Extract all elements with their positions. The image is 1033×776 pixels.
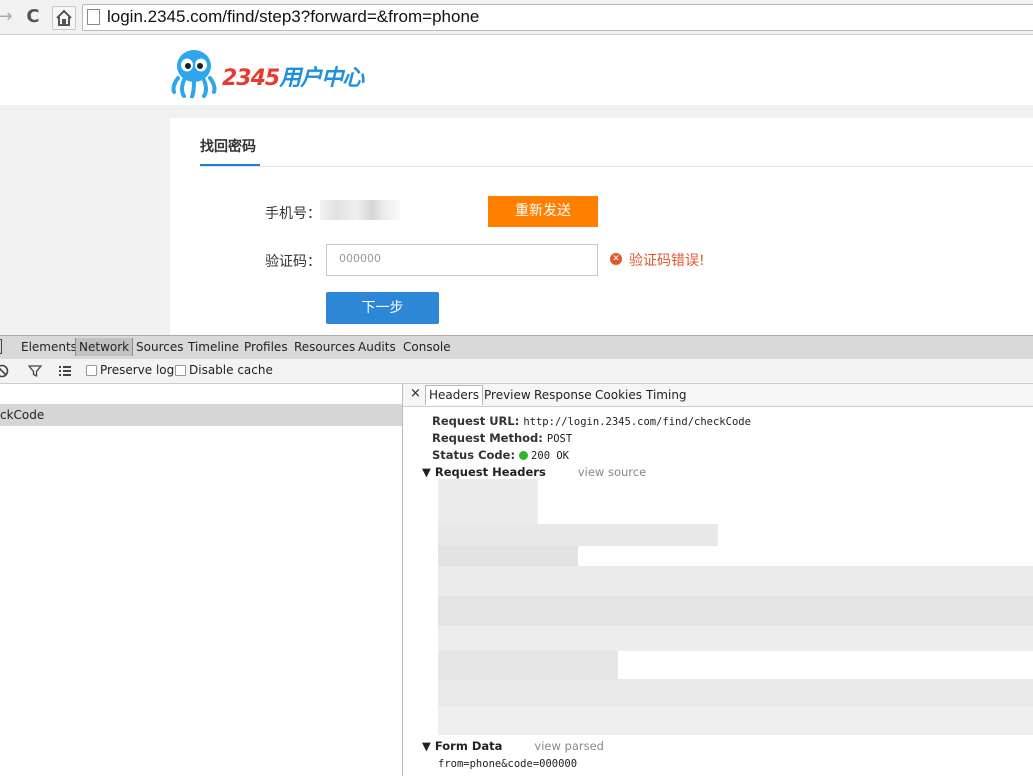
- resend-code-button[interactable]: 重新发送: [488, 196, 598, 227]
- request-method-row: Request Method: POST: [432, 431, 572, 445]
- form-data-section[interactable]: ▼ Form Data view parsed: [422, 739, 604, 753]
- view-source-link[interactable]: view source: [578, 465, 646, 479]
- filter-icon[interactable]: [27, 364, 43, 381]
- list-view-icon[interactable]: [58, 364, 72, 381]
- status-ok-dot-icon: [519, 451, 529, 460]
- status-code-value: 200 OK: [531, 450, 569, 462]
- devtools-tab-elements[interactable]: Elements: [21, 340, 77, 354]
- clear-icon[interactable]: [0, 364, 9, 381]
- detail-tab-cookies[interactable]: Cookies: [595, 388, 642, 402]
- page-icon: [87, 9, 100, 25]
- form-data-value: from=phone&code=000000: [438, 758, 578, 770]
- devtools-tab-audits[interactable]: Audits: [358, 340, 396, 354]
- request-list: ckCode: [0, 384, 403, 776]
- status-code-row: Status Code: 200 OK: [432, 448, 569, 462]
- request-url-row: Request URL: http://login.2345.com/find/c…: [432, 414, 751, 428]
- request-headers-section[interactable]: ▼ Request Headers view source: [422, 465, 646, 479]
- request-detail-panel: × Headers Preview Response Cookies Timin…: [403, 384, 1033, 776]
- request-headers-redacted: [438, 479, 1033, 739]
- close-icon[interactable]: ×: [410, 386, 421, 401]
- phone-number-redacted: [320, 200, 400, 220]
- browser-toolbar: → C login.2345.com/find/step3?forward=&f…: [0, 0, 1033, 35]
- request-url-value: http://login.2345.com/find/checkCode: [523, 416, 751, 428]
- logo-brand-text: 2345用户中心: [222, 60, 364, 92]
- triangle-down-icon: ▼: [422, 739, 431, 753]
- devtools-tab-network[interactable]: Network: [75, 338, 134, 356]
- request-method-key: Request Method:: [432, 431, 543, 445]
- devtools-tab-console[interactable]: Console: [403, 340, 451, 354]
- tab-find-password[interactable]: 找回密码: [200, 136, 256, 156]
- error-message: 验证码错误!: [629, 253, 705, 269]
- octopus-mascot-icon: [170, 46, 226, 99]
- verification-code-input[interactable]: 000000: [326, 244, 598, 276]
- back-arrow-icon[interactable]: →: [0, 6, 16, 28]
- error-icon: ✕: [610, 253, 622, 265]
- devtools-tab-resources[interactable]: Resources: [294, 340, 355, 354]
- dock-icon[interactable]: [0, 339, 2, 354]
- disable-cache-label: Disable cache: [189, 363, 273, 377]
- address-bar[interactable]: login.2345.com/find/step3?forward=&from=…: [82, 4, 1033, 31]
- detail-tab-timing[interactable]: Timing: [646, 388, 687, 402]
- detail-tab-headers[interactable]: Headers: [425, 385, 483, 405]
- network-toolbar: Preserve log Disable cache: [0, 359, 1033, 384]
- site-header: 2345用户中心: [0, 35, 1033, 105]
- logo-brand-number: 2345: [222, 66, 280, 91]
- detail-tab-response[interactable]: Response: [534, 388, 592, 402]
- preserve-log-checkbox[interactable]: [86, 365, 97, 376]
- tab-divider: [200, 166, 1033, 167]
- logo-brand-label: 用户中心: [279, 66, 364, 91]
- reload-icon[interactable]: C: [22, 6, 44, 28]
- request-url-key: Request URL:: [432, 414, 520, 428]
- password-recovery-card: 找回密码 手机号： 重新发送 验证码： 000000 ✕ 验证码错误! 下一步: [170, 118, 1033, 335]
- view-parsed-link[interactable]: view parsed: [534, 739, 604, 753]
- phone-label: 手机号：: [265, 206, 321, 222]
- status-code-key: Status Code:: [432, 448, 516, 462]
- url-text: login.2345.com/find/step3?forward=&from=…: [107, 7, 480, 26]
- devtools-tab-sources[interactable]: Sources: [136, 340, 183, 354]
- site-logo[interactable]: 2345用户中心: [170, 46, 370, 99]
- code-label: 验证码：: [265, 254, 321, 270]
- devtools-tab-strip: Elements Network Sources Timeline Profil…: [0, 335, 1033, 360]
- code-input-value: 000000: [339, 252, 381, 265]
- disable-cache-checkbox[interactable]: [175, 365, 186, 376]
- devtools-tab-timeline[interactable]: Timeline: [188, 340, 239, 354]
- request-row[interactable]: ckCode: [0, 404, 402, 426]
- request-headers-title: Request Headers: [434, 465, 546, 479]
- request-method-value: POST: [546, 433, 573, 445]
- detail-tab-preview[interactable]: Preview: [484, 388, 531, 402]
- next-step-button[interactable]: 下一步: [326, 292, 439, 324]
- form-data-title: Form Data: [434, 739, 503, 753]
- request-name: ckCode: [0, 408, 45, 422]
- detail-tab-strip: × Headers Preview Response Cookies Timin…: [403, 384, 1033, 407]
- preserve-log-label: Preserve log: [100, 363, 175, 377]
- devtools-tab-profiles[interactable]: Profiles: [244, 340, 288, 354]
- triangle-down-icon: ▼: [422, 465, 431, 479]
- home-icon[interactable]: [52, 6, 76, 30]
- tab-active-indicator: [200, 164, 260, 166]
